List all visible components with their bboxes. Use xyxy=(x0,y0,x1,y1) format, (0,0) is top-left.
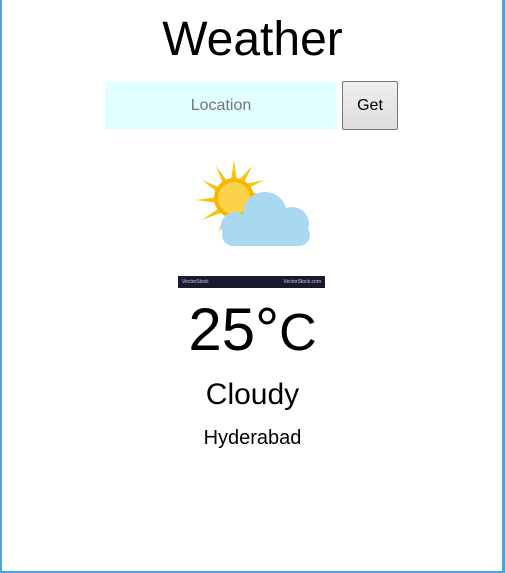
city-name: Hyderabad xyxy=(203,427,302,449)
get-weather-button[interactable]: Get xyxy=(342,81,398,130)
temperature-unit: C xyxy=(279,304,317,362)
watermark-logo: VectorStock xyxy=(182,279,209,285)
app-title: Weather xyxy=(162,13,343,66)
image-watermark-strip: VectorStock VectorStock.com xyxy=(178,276,325,288)
location-input[interactable] xyxy=(105,82,337,129)
temperature-value: 25° xyxy=(188,296,280,363)
weather-condition: Cloudy xyxy=(205,378,300,411)
partly-cloudy-icon xyxy=(190,158,314,250)
watermark-text: VectorStock.com xyxy=(283,279,321,285)
temperature-display: 25°C xyxy=(0,296,505,367)
